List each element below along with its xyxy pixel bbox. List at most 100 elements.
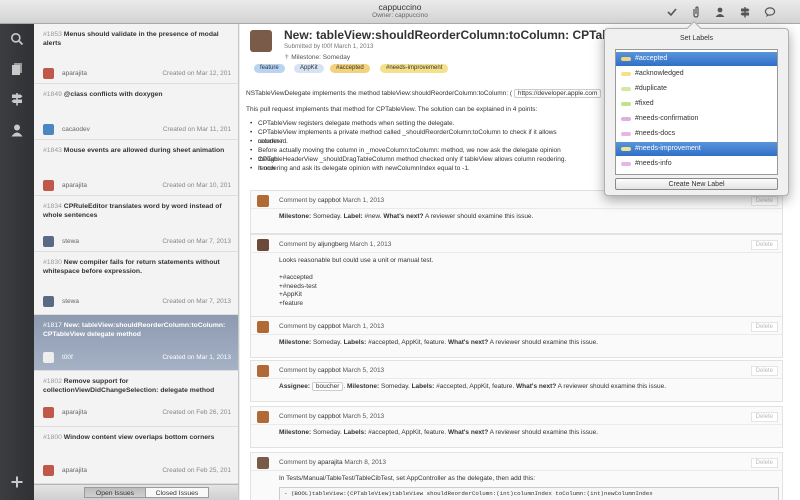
description-bullet-continued: reordered. [250,138,568,147]
comment-body: Milestone: Someday. Labels: #accepted, A… [279,339,599,346]
comment: Comment by aparajita March 8, 2013 Delet… [250,452,783,500]
issue-created: Created on Mar 7, 2013 [162,238,231,245]
issue-title: New compiler fails for return statements… [43,259,220,275]
avatar [43,465,54,476]
issue-number: #1817 [43,322,62,329]
list-item[interactable]: #1849 @class conflicts with doxygen caca… [34,84,238,140]
comment: Comment by cappbot March 1, 2013 Delete … [250,316,783,358]
comment: Comment by cappbot March 1, 2013 Delete … [250,190,783,234]
avatar [257,457,269,469]
avatar [43,407,54,418]
delete-button[interactable]: Delete [750,240,778,250]
avatar [43,180,54,191]
description-bullet-continued: reordering and ask its delegate opinion … [250,165,568,174]
window-title: cappuccino [378,2,422,12]
label-option-needs-docs[interactable]: #needs-docs [616,127,777,141]
window-subtitle: Owner: cappuccino [372,12,428,19]
issue-author: aparajita [62,409,87,416]
label-option-duplicate[interactable]: #duplicate [616,82,777,96]
tab-open-issues[interactable]: Open Issues [84,487,146,498]
issue-author: aparajita [62,70,87,77]
color-swatch [621,147,631,151]
label-tag[interactable]: #needs-improvement [380,64,449,73]
delete-button[interactable]: Delete [750,196,778,206]
list-item[interactable]: #1802 Remove support for collectionViewD… [34,371,238,427]
comment-body: Assignee: boucher. Milestone: Someday. L… [279,382,667,391]
issue-author: aparajita [62,182,87,189]
issue-title: Window content view overlaps bottom corn… [63,434,215,441]
chat-bubble-icon[interactable] [762,4,778,20]
add-icon[interactable] [9,474,25,490]
code-block: - (BOOL)tableView:(CPTableView)tableView… [279,487,779,500]
issue-title: Remove support for collectionViewDidChan… [43,378,215,394]
list-item[interactable]: #1800 Window content view overlaps botto… [34,427,238,484]
issue-number: #1849 [43,91,62,98]
issue-author: cacaodev [62,126,90,133]
delete-button[interactable]: Delete [750,412,778,422]
issue-title: @class conflicts with doxygen [63,91,163,98]
label-tag[interactable]: #accepted [330,64,370,73]
comment: Comment by cappbot March 5, 2013 Delete … [250,360,783,402]
avatar [257,195,269,207]
color-swatch [621,132,631,136]
list-item[interactable]: #1830 New compiler fails for return stat… [34,252,238,315]
list-item[interactable]: #1853 Menus should validate in the prese… [34,24,238,84]
issue-title: New: tableView:shouldReorderColumn:toCol… [43,322,226,338]
label-option-needs-info[interactable]: #needs-info [616,157,777,171]
comment-body: Milestone: Someday. Labels: #accepted, A… [279,429,599,436]
label-option-fixed[interactable]: #fixed [616,97,777,111]
milestone-icon[interactable] [9,91,25,107]
issue-created: Created on Mar 7, 2013 [162,298,231,305]
comment: Comment by cappbot March 5, 2013 Delete … [250,406,783,448]
list-item[interactable]: #1843 Mouse events are allowed during sh… [34,140,238,196]
color-swatch [621,72,631,76]
signpost-icon[interactable] [737,4,753,20]
paperclip-icon[interactable] [688,4,704,20]
assignee-chip[interactable]: boucher [311,382,344,391]
list-item[interactable]: #1834 CPRuleEditor translates word by wo… [34,196,238,252]
issue-author: stewa [62,298,79,305]
comment-header: Comment by aljungberg March 1, 2013 [279,241,392,248]
label-tag[interactable]: feature [254,64,285,73]
delete-button[interactable]: Delete [750,322,778,332]
avatar [43,124,54,135]
label-option-needs-confirmation[interactable]: #needs-confirmation [616,112,777,126]
list-item-selected[interactable]: #1817 New: tableView:shouldReorderColumn… [34,315,238,371]
color-swatch [621,57,631,61]
milestone-label: Milestone: Someday [291,54,351,61]
delete-button[interactable]: Delete [750,458,778,468]
label-tag[interactable]: AppKit [294,64,324,73]
documents-icon[interactable] [9,61,25,77]
user-icon[interactable] [9,122,25,138]
issue-created: Created on Mar 1, 2013 [162,354,231,361]
issue-created: Created on Feb 25, 201 [162,467,231,474]
comment-header: Comment by cappbot March 1, 2013 [279,197,385,204]
color-swatch [621,117,631,121]
label-option-needs-improvement[interactable]: #needs-improvement [616,142,777,156]
comment-header: Comment by cappbot March 5, 2013 [279,413,385,420]
label-option-accepted[interactable]: #accepted [616,52,777,66]
label-option-acknowledged[interactable]: #acknowledged [616,67,777,81]
issue-filter-bar: Open Issues Closed Issues [34,484,239,500]
person-icon[interactable] [712,4,728,20]
avatar [257,239,269,251]
description-bullet: CPTableView registers delegate methods w… [250,120,568,129]
issue-title: CPRuleEditor translates word by word ins… [43,203,222,219]
issue-author: aparajita [62,467,87,474]
delete-button[interactable]: Delete [750,366,778,376]
issue-number: #1834 [43,203,62,210]
comment-body: Looks reasonable but could use a unit or… [279,257,434,307]
avatar [257,411,269,423]
description-explain: This pull request implements that method… [246,106,538,113]
checkmark-icon[interactable] [664,4,680,20]
issue-created: Created on Mar 10, 201 [162,182,231,189]
labels-list: #accepted #acknowledged #duplicate #fixe… [615,49,778,175]
issue-number: #1843 [43,147,62,154]
doc-link[interactable]: https://developer.apple.com [513,89,602,98]
search-icon[interactable] [9,31,25,47]
create-new-label-button[interactable]: Create New Label [615,178,778,190]
issue-number: #1802 [43,378,62,385]
tab-closed-issues[interactable]: Closed Issues [145,487,209,498]
issue-author: stewa [62,238,79,245]
issue-author: t00f [62,354,73,361]
